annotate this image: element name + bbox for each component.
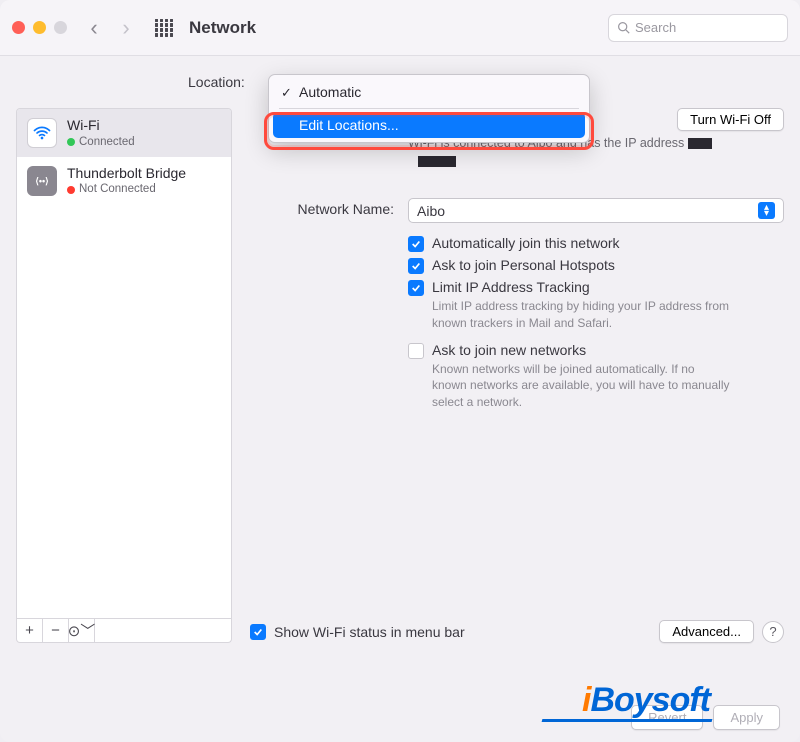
- remove-service-button[interactable]: −: [43, 619, 69, 642]
- show-status-label: Show Wi-Fi status in menu bar: [274, 624, 465, 640]
- ask-new-label: Ask to join new networks: [432, 342, 732, 358]
- redacted-text: [418, 156, 456, 167]
- network-name-label: Network Name:: [250, 198, 408, 416]
- wifi-icon: [27, 118, 57, 148]
- checkmark-icon: ✓: [281, 85, 292, 101]
- apply-button[interactable]: Apply: [713, 705, 780, 730]
- location-option-automatic[interactable]: ✓ Automatic: [273, 79, 585, 105]
- chevron-updown-icon: ▴▾: [758, 202, 775, 219]
- status-dot-icon: [67, 138, 75, 146]
- add-service-button[interactable]: +: [17, 619, 43, 642]
- list-footer: + − ⊙﹀: [16, 619, 232, 643]
- services-sidebar: Wi-Fi Connected ⟨••⟩ Thunderbolt Br: [16, 108, 232, 643]
- show-all-button[interactable]: [153, 17, 175, 39]
- help-button[interactable]: ?: [762, 621, 784, 643]
- status-dot-icon: [67, 186, 75, 194]
- hotspot-label: Ask to join Personal Hotspots: [432, 257, 615, 273]
- window-title: Network: [189, 18, 256, 38]
- dropdown-separator: [279, 108, 579, 109]
- detail-bottom-row: Show Wi-Fi status in menu bar Advanced..…: [250, 620, 784, 643]
- window-controls: [12, 21, 67, 34]
- grid-icon: [155, 19, 173, 37]
- network-name-value: Aibo: [417, 203, 445, 219]
- auto-join-checkbox[interactable]: [408, 236, 424, 252]
- watermark-logo: iBoysoft: [582, 681, 710, 720]
- nav-buttons: ‹ ›: [85, 17, 135, 39]
- service-list: Wi-Fi Connected ⟨••⟩ Thunderbolt Br: [16, 108, 232, 619]
- gear-menu-icon: ⊙﹀: [68, 620, 96, 641]
- search-input[interactable]: Search: [608, 14, 788, 42]
- show-status-checkbox[interactable]: [250, 624, 266, 640]
- thunderbolt-icon: ⟨••⟩: [27, 166, 57, 196]
- service-wifi[interactable]: Wi-Fi Connected: [17, 109, 231, 157]
- service-name: Thunderbolt Bridge: [67, 165, 186, 183]
- service-name: Wi-Fi: [67, 117, 135, 135]
- network-name-row: Network Name: Aibo ▴▾ Automatically join…: [250, 198, 784, 416]
- turn-wifi-off-button[interactable]: Turn Wi-Fi Off: [677, 108, 784, 131]
- advanced-button[interactable]: Advanced...: [659, 620, 754, 643]
- limit-ip-label: Limit IP Address Tracking: [432, 279, 732, 295]
- limit-ip-checkbox[interactable]: [408, 280, 424, 296]
- body-row: Wi-Fi Connected ⟨••⟩ Thunderbolt Br: [16, 108, 784, 643]
- redacted-text: [688, 138, 712, 149]
- zoom-window-button[interactable]: [54, 21, 67, 34]
- forward-button[interactable]: ›: [117, 17, 135, 39]
- service-status: Not Connected: [67, 182, 186, 196]
- search-icon: [617, 21, 630, 34]
- service-text: Thunderbolt Bridge Not Connected: [67, 165, 186, 197]
- detail-pane: Status: Connected Turn Wi-Fi Off Wi-Fi i…: [250, 108, 784, 643]
- svg-text:⟨••⟩: ⟨••⟩: [35, 176, 48, 186]
- location-dropdown[interactable]: ✓ Automatic Edit Locations...: [268, 74, 590, 143]
- hotspot-checkbox[interactable]: [408, 258, 424, 274]
- network-preferences-window: ‹ › Network Search Location:: [0, 0, 800, 742]
- service-text: Wi-Fi Connected: [67, 117, 135, 149]
- location-label: Location:: [188, 74, 245, 90]
- search-placeholder: Search: [635, 20, 676, 35]
- watermark-underline: [542, 719, 713, 722]
- auto-join-label: Automatically join this network: [432, 235, 620, 251]
- back-button[interactable]: ‹: [85, 17, 103, 39]
- network-name-select[interactable]: Aibo ▴▾: [408, 198, 784, 223]
- service-menu-button[interactable]: ⊙﹀: [69, 619, 95, 642]
- limit-ip-desc: Limit IP address tracking by hiding your…: [432, 298, 732, 332]
- titlebar: ‹ › Network Search: [0, 0, 800, 56]
- minimize-window-button[interactable]: [33, 21, 46, 34]
- ask-new-checkbox[interactable]: [408, 343, 424, 359]
- service-status: Connected: [67, 135, 135, 149]
- close-window-button[interactable]: [12, 21, 25, 34]
- ask-new-desc: Known networks will be joined automatica…: [432, 361, 732, 411]
- content-area: Location: Wi-Fi Connected: [0, 56, 800, 742]
- location-option-edit[interactable]: Edit Locations...: [273, 112, 585, 138]
- service-thunderbolt[interactable]: ⟨••⟩ Thunderbolt Bridge Not Connected: [17, 157, 231, 205]
